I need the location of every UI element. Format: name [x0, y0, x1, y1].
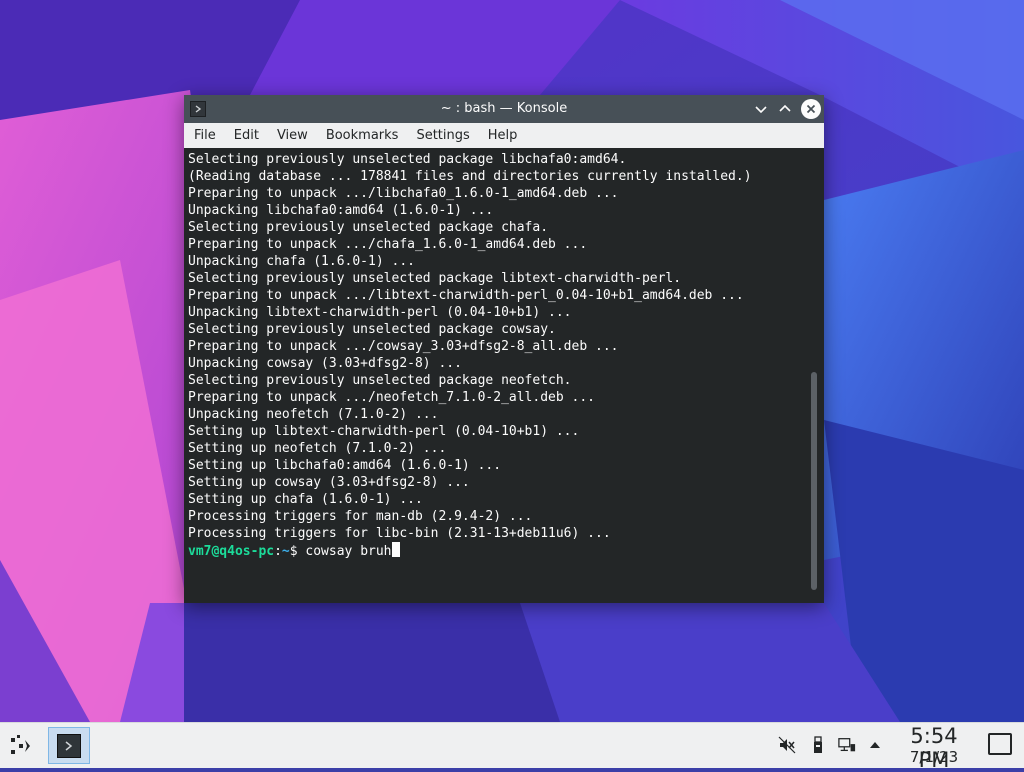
menu-view[interactable]: View — [268, 123, 317, 148]
terminal-line: Selecting previously unselected package … — [188, 373, 572, 388]
window-title: ~ : bash — Konsole — [440, 101, 568, 116]
terminal-scrollbar[interactable] — [811, 372, 817, 590]
show-desktop-icon[interactable] — [988, 733, 1012, 755]
maximize-button[interactable] — [776, 100, 794, 118]
menu-bar: File Edit View Bookmarks Settings Help — [184, 123, 824, 148]
terminal-output: Selecting previously unselected package … — [188, 151, 752, 559]
audio-muted-icon[interactable] — [778, 736, 796, 754]
clock-date[interactable]: 7/1/23 — [892, 748, 976, 766]
terminal-line: Selecting previously unselected package … — [188, 271, 682, 286]
chevron-down-icon — [755, 106, 767, 114]
terminal-line: Unpacking chafa (1.6.0-1) ... — [188, 254, 415, 269]
terminal-line: Preparing to unpack .../libchafa0_1.6.0-… — [188, 186, 619, 201]
chevron-up-icon — [779, 104, 791, 112]
konsole-window: ~ : bash — Konsole File Edit View Bookma… — [184, 95, 824, 603]
terminal-line: Preparing to unpack .../cowsay_3.03+dfsg… — [188, 339, 619, 354]
terminal-line: Selecting previously unselected package … — [188, 322, 556, 337]
typed-command: cowsay bruh — [305, 544, 392, 559]
terminal-line: Unpacking neofetch (7.1.0-2) ... — [188, 407, 439, 422]
text-cursor — [391, 542, 400, 557]
terminal-line: Processing triggers for libc-bin (2.31-1… — [188, 526, 611, 541]
terminal-line: Preparing to unpack .../libtext-charwidt… — [188, 288, 744, 303]
shell-prompt-line[interactable]: vm7@q4os-pc:~$ cowsay bruh — [188, 542, 752, 559]
terminal-line: Preparing to unpack .../neofetch_7.1.0-2… — [188, 390, 595, 405]
menu-settings[interactable]: Settings — [407, 123, 478, 148]
tray-expand-arrow-icon[interactable] — [866, 736, 884, 754]
terminal-line: Preparing to unpack .../chafa_1.6.0-1_am… — [188, 237, 588, 252]
network-wired-icon[interactable] — [838, 736, 856, 754]
close-button[interactable] — [801, 99, 821, 119]
terminal-line: Selecting previously unselected package … — [188, 220, 549, 235]
terminal-line: Setting up neofetch (7.1.0-2) ... — [188, 441, 447, 456]
prompt-user-host: vm7@q4os-pc — [188, 544, 275, 559]
terminal-line: Setting up chafa (1.6.0-1) ... — [188, 492, 423, 507]
terminal-line: Unpacking libchafa0:amd64 (1.6.0-1) ... — [188, 203, 494, 218]
app-launcher-button[interactable] — [8, 734, 34, 758]
prompt-symbol: $ — [289, 544, 306, 559]
menu-file[interactable]: File — [184, 123, 225, 148]
app-launcher-icon — [11, 735, 30, 754]
terminal-line: Processing triggers for man-db (2.9.4-2)… — [188, 509, 533, 524]
task-konsole[interactable] — [48, 727, 90, 764]
konsole-icon — [57, 734, 81, 758]
menu-edit[interactable]: Edit — [225, 123, 268, 148]
menu-bookmarks[interactable]: Bookmarks — [317, 123, 408, 148]
usb-device-icon[interactable] — [809, 736, 827, 754]
terminal-line: Setting up libtext-charwidth-perl (0.04-… — [188, 424, 580, 439]
terminal-line: Unpacking cowsay (3.03+dfsg2-8) ... — [188, 356, 462, 371]
terminal-line: Unpacking libtext-charwidth-perl (0.04-1… — [188, 305, 572, 320]
terminal-line: Selecting previously unselected package … — [188, 152, 627, 167]
terminal-line: Setting up libchafa0:amd64 (1.6.0-1) ... — [188, 458, 502, 473]
prompt-separator: : — [274, 544, 282, 559]
terminal-line: Setting up cowsay (3.03+dfsg2-8) ... — [188, 475, 470, 490]
terminal-line: (Reading database ... 178841 files and d… — [188, 169, 752, 184]
window-titlebar[interactable]: ~ : bash — Konsole — [184, 95, 824, 123]
menu-help[interactable]: Help — [479, 123, 527, 148]
close-icon — [806, 104, 816, 114]
taskbar-panel — [0, 722, 1024, 768]
terminal-view[interactable]: Selecting previously unselected package … — [184, 148, 824, 603]
minimize-button[interactable] — [752, 100, 770, 118]
prompt-path: ~ — [281, 544, 290, 559]
